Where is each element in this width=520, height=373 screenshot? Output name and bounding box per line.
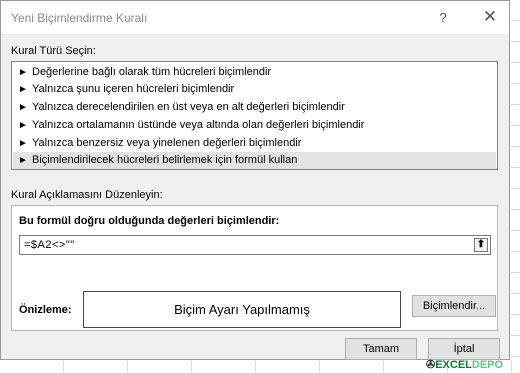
help-button[interactable]: ? <box>432 8 454 28</box>
rule-description-label: Kural Açıklamasını Düzenleyin: <box>11 189 163 201</box>
format-button[interactable]: Biçimlendir... <box>412 295 496 317</box>
formula-input[interactable]: =$A2<>"" ⬆ <box>19 235 491 255</box>
rule-type-item-selected[interactable]: ► Biçimlendirilecek hücreleri belirlemek … <box>13 152 496 169</box>
rule-type-list: ► Değerlerine bağlı olarak tüm hücreleri … <box>11 61 498 170</box>
excel-depo-watermark: ✇EXCELDEPO <box>426 358 520 373</box>
watermark-part-1: EXCEL <box>435 359 472 371</box>
cancel-button[interactable]: İptal <box>428 338 500 360</box>
close-button[interactable]: ✕ <box>478 6 502 28</box>
rule-type-label-text: Yalnızca derecelendirilen en üst veya en… <box>32 101 345 113</box>
rule-type-item[interactable]: ► Yalnızca derecelendirilen en üst veya e… <box>13 99 496 116</box>
arrow-icon: ► <box>18 138 28 149</box>
new-formatting-rule-dialog: Yeni Biçimlendirme Kuralı ? ✕ Kural Türü… <box>0 0 510 360</box>
arrow-icon: ► <box>18 67 28 78</box>
watermark-part-2: DEPO <box>471 359 504 371</box>
rule-type-item[interactable]: ► Yalnızca benzersiz veya yinelenen değer… <box>13 135 496 152</box>
dialog-titlebar: Yeni Biçimlendirme Kuralı ? ✕ <box>1 1 509 34</box>
rule-type-label-text: Yalnızca ortalamanın üstünde veya altınd… <box>32 119 365 131</box>
dialog-title: Yeni Biçimlendirme Kuralı <box>11 11 148 25</box>
rule-type-label-text: Biçimlendirilecek hücreleri belirlemek i… <box>32 154 298 166</box>
rule-type-item[interactable]: ► Değerlerine bağlı olarak tüm hücreleri … <box>13 64 496 81</box>
formula-label: Bu formül doğru olduğunda değerleri biçi… <box>19 215 280 227</box>
rule-type-label: Kural Türü Seçin: <box>11 45 96 57</box>
arrow-icon: ► <box>18 102 28 113</box>
rule-type-label-text: Değerlerine bağlı olarak tüm hücreleri b… <box>32 66 272 78</box>
rule-type-label-text: Yalnızca şunu içeren hücreleri biçimlend… <box>32 83 235 95</box>
preview-box: Biçim Ayarı Yapılmamış <box>83 291 401 328</box>
rule-description-panel: Bu formül doğru olduğunda değerleri biçi… <box>11 205 498 331</box>
formula-value: =$A2<>"" <box>24 239 75 251</box>
rule-type-item[interactable]: ► Yalnızca şunu içeren hücreleri biçimlen… <box>13 81 496 98</box>
collapse-dialog-icon[interactable]: ⬆ <box>474 238 488 252</box>
rule-type-label-text: Yalnızca benzersiz veya yinelenen değerl… <box>32 137 302 149</box>
spreadsheet-grid-right <box>511 0 520 373</box>
arrow-icon: ► <box>18 84 28 95</box>
arrow-icon: ► <box>18 155 28 166</box>
arrow-icon: ► <box>18 120 28 131</box>
preview-label: Önizleme: <box>19 304 72 316</box>
logo-icon: ✇ <box>426 359 436 371</box>
ok-button[interactable]: Tamam <box>345 338 417 360</box>
rule-type-item[interactable]: ► Yalnızca ortalamanın üstünde veya altın… <box>13 117 496 134</box>
